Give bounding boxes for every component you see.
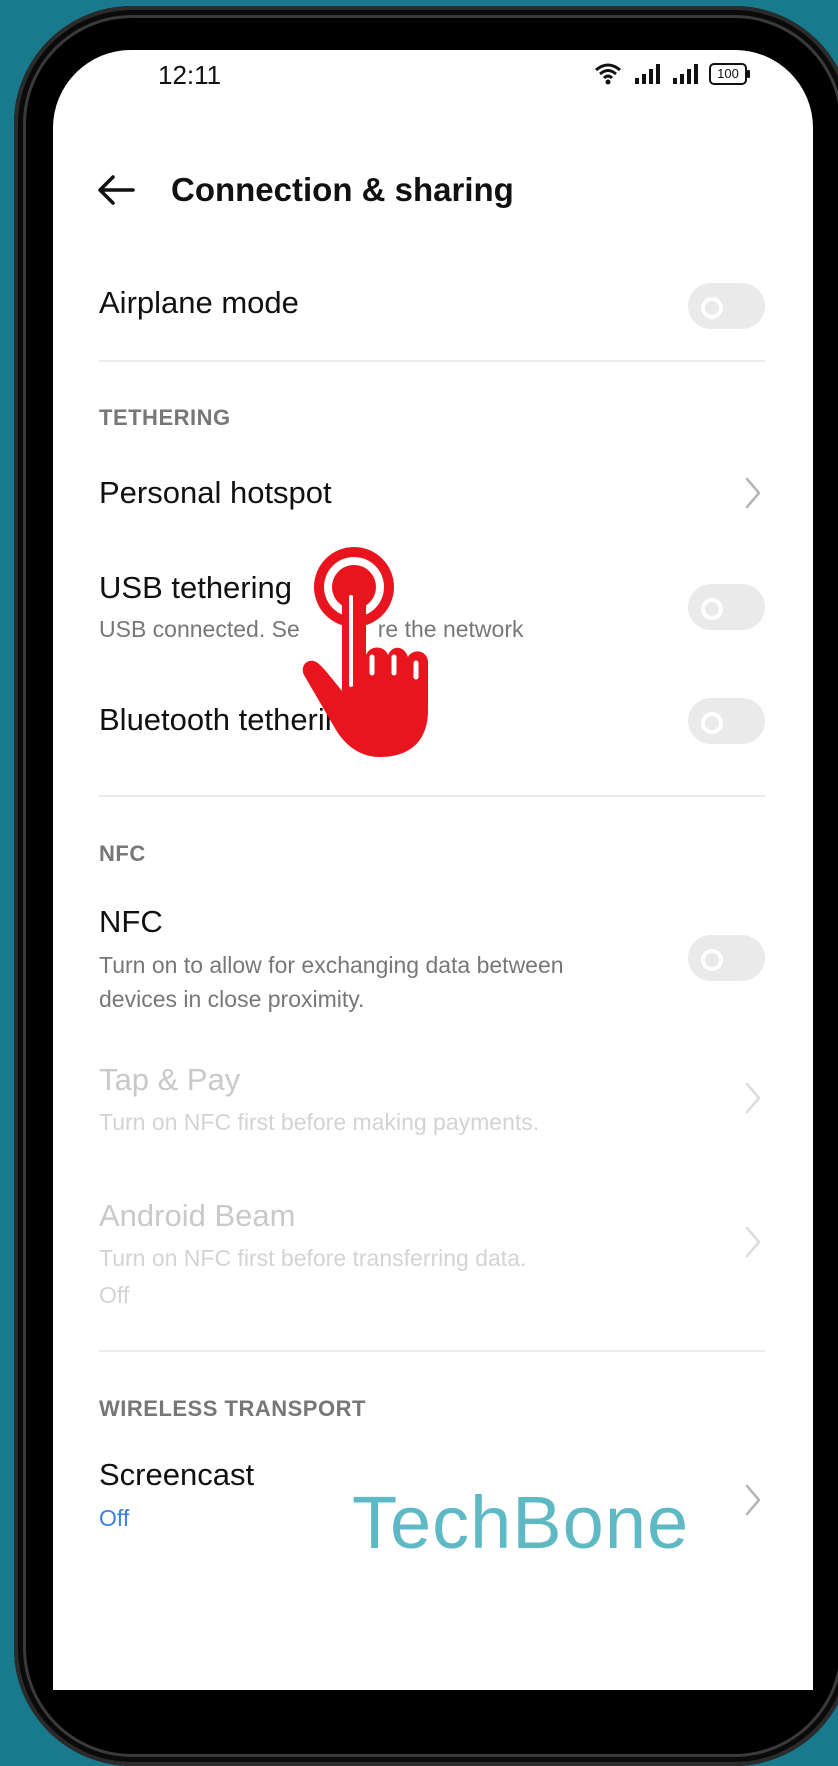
toggle-knob (701, 598, 723, 620)
wifi-icon (595, 63, 621, 85)
section-header-nfc: NFC (99, 841, 146, 866)
watermark: TechBone (352, 1481, 690, 1564)
toggle-knob (701, 712, 723, 734)
back-button[interactable] (93, 165, 143, 215)
divider (99, 360, 765, 362)
battery-level: 100 (717, 66, 739, 81)
android-beam-label: Android Beam (99, 1198, 296, 1233)
status-icons: 100 (593, 62, 750, 86)
nfc-label: NFC (99, 904, 163, 939)
tap-and-pay-subtitle: Turn on NFC first before making payments… (99, 1109, 540, 1135)
signal-icon (635, 64, 660, 84)
screen: 12:11 100 Connection & sharing Airplane … (53, 50, 813, 1690)
airplane-mode-row[interactable]: Airplane mode (53, 255, 813, 365)
nfc-row[interactable]: NFC Turn on to allow for exchanging data… (53, 890, 813, 1030)
signal-icon (673, 64, 698, 84)
screencast-label: Screencast (99, 1457, 255, 1492)
chevron-right-icon (745, 477, 761, 509)
personal-hotspot-row[interactable]: Personal hotspot (53, 450, 813, 540)
tap-and-pay-label: Tap & Pay (99, 1062, 241, 1097)
android-beam-status: Off (99, 1282, 130, 1308)
nfc-subtitle-line2: devices in close proximity. (99, 986, 365, 1012)
android-beam-row: Android Beam Turn on NFC first before tr… (53, 1185, 813, 1345)
divider (99, 795, 765, 797)
back-arrow-icon (98, 175, 135, 205)
screencast-status: Off (99, 1505, 130, 1531)
bluetooth-tethering-toggle[interactable] (688, 698, 765, 744)
usb-tethering-label: USB tethering (99, 570, 292, 605)
tap-and-pay-row: Tap & Pay Turn on NFC first before makin… (53, 1050, 813, 1160)
battery-icon: 100 (709, 63, 750, 85)
divider (99, 1350, 765, 1352)
tap-hand-icon (302, 547, 428, 757)
section-header-tethering: TETHERING (99, 405, 231, 430)
chevron-right-icon (745, 1484, 761, 1516)
page-title: Connection & sharing (171, 171, 514, 208)
app-header: Connection & sharing (53, 155, 813, 225)
nfc-subtitle-line1: Turn on to allow for exchanging data bet… (99, 952, 564, 978)
personal-hotspot-label: Personal hotspot (99, 475, 332, 510)
section-header-wireless-transport: WIRELESS TRANSPORT (99, 1396, 366, 1421)
usb-tethering-toggle[interactable] (688, 584, 765, 630)
android-beam-subtitle: Turn on NFC first before transferring da… (99, 1245, 527, 1271)
airplane-mode-toggle[interactable] (688, 283, 765, 329)
status-time: 12:11 (158, 60, 222, 90)
toggle-knob (701, 297, 723, 319)
usb-tethering-subtitle-start: USB connected. Se (99, 616, 300, 642)
status-bar: 12:11 100 (53, 50, 813, 110)
nfc-toggle[interactable] (688, 935, 765, 981)
toggle-knob (701, 949, 723, 971)
chevron-right-icon (745, 1226, 761, 1258)
airplane-mode-label: Airplane mode (99, 285, 299, 320)
chevron-right-icon (745, 1082, 761, 1114)
